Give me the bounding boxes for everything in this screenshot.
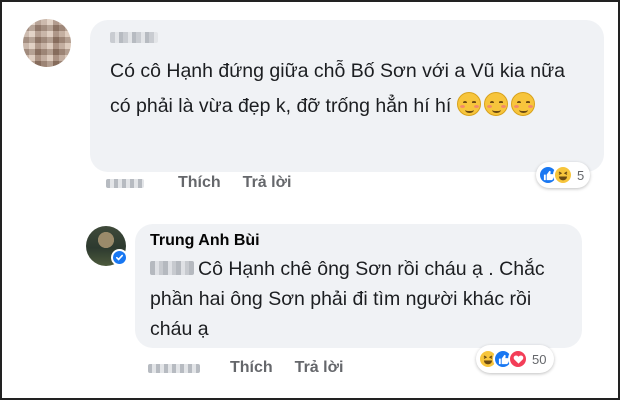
love-icon [508, 349, 528, 369]
reply-button[interactable]: Trả lời [295, 359, 344, 377]
reply-button[interactable]: Trả lời [243, 174, 292, 192]
commenter-avatar-blurred[interactable] [23, 19, 71, 67]
like-button[interactable]: Thích [178, 174, 221, 192]
reply-author-name[interactable]: Trung Anh Bùi [150, 232, 260, 250]
smiling-face-with-blush-icon [483, 91, 508, 116]
comment-text: Có cô Hạnh đứng giữa chỗ Bố Sơn với a Vũ… [110, 54, 590, 123]
haha-icon [553, 165, 573, 185]
verified-badge-icon [111, 249, 128, 266]
reaction-summary[interactable]: 5 [536, 162, 591, 188]
blurred-timestamp[interactable] [106, 178, 144, 188]
comment-actions: Thích Trả lời [106, 173, 313, 193]
blurred-mention-tag[interactable] [150, 261, 194, 275]
reply-body: Cô Hạnh chê ông Sơn rồi cháu ạ . Chắc ph… [150, 258, 545, 340]
reply-bubble: Trung Anh Bùi Cô Hạnh chê ông Sơn rồi ch… [135, 224, 582, 348]
reply-actions: Thích Trả lời [148, 358, 365, 378]
reply-text: Cô Hạnh chê ông Sơn rồi cháu ạ . Chắc ph… [150, 254, 570, 344]
comment-thread: Có cô Hạnh đứng giữa chỗ Bố Sơn với a Vũ… [0, 0, 620, 400]
reaction-count: 50 [532, 351, 547, 367]
reaction-count: 5 [577, 167, 585, 183]
reaction-summary[interactable]: 50 [476, 345, 555, 373]
blurred-commenter-name[interactable] [110, 32, 158, 43]
like-button[interactable]: Thích [230, 359, 273, 377]
comment-bubble: Có cô Hạnh đứng giữa chỗ Bố Sơn với a Vũ… [90, 20, 604, 172]
smiling-face-with-blush-icon [456, 91, 481, 116]
smiling-face-with-blush-icon [510, 91, 535, 116]
blurred-timestamp[interactable] [148, 363, 200, 373]
